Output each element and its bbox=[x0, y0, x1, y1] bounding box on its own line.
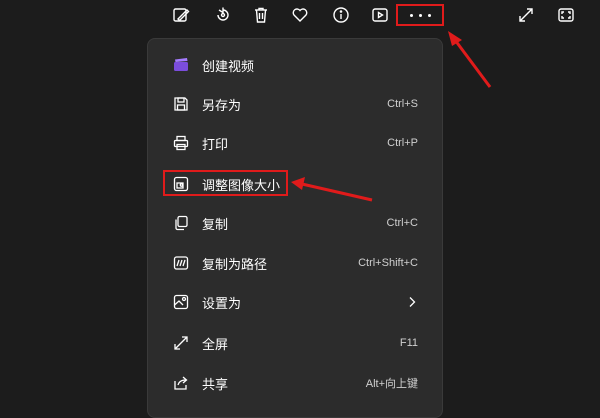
menu-item-label: 另存为 bbox=[202, 98, 242, 114]
annotation-highlight-box bbox=[163, 170, 288, 196]
more-options-icon bbox=[427, 13, 431, 17]
expand-button[interactable] bbox=[514, 4, 538, 26]
menu-item-fullscreen[interactable]: 全屏 F11 bbox=[148, 323, 444, 363]
slideshow-button[interactable] bbox=[368, 4, 392, 26]
set-as-image-icon bbox=[172, 293, 190, 311]
delete-button[interactable] bbox=[249, 4, 273, 26]
info-button[interactable] bbox=[329, 4, 353, 26]
menu-item-label: 复制为路径 bbox=[202, 257, 268, 273]
menu-item-label: 设置为 bbox=[202, 296, 242, 312]
slideshow-icon bbox=[372, 8, 388, 22]
menu-item-print[interactable]: 打印 Ctrl+P bbox=[148, 123, 444, 163]
edit-image-button[interactable] bbox=[169, 4, 193, 26]
rotate-icon bbox=[217, 7, 229, 21]
rotate-button[interactable] bbox=[211, 4, 235, 26]
menu-item-copy[interactable]: 复制 Ctrl+C bbox=[148, 203, 444, 243]
save-icon bbox=[172, 95, 190, 113]
menu-item-shortcut: F11 bbox=[399, 337, 418, 349]
menu-item-set-as[interactable]: 设置为 bbox=[148, 282, 444, 322]
menu-item-shortcut: Ctrl+Shift+C bbox=[358, 257, 418, 269]
menu-item-create-video[interactable]: 创建视频 bbox=[148, 45, 444, 85]
favorite-button[interactable] bbox=[288, 4, 312, 26]
annotation-arrow-more bbox=[448, 31, 492, 88]
menu-item-label: 全屏 bbox=[202, 337, 229, 353]
edit-image-icon bbox=[173, 8, 190, 22]
chevron-right-icon bbox=[409, 297, 416, 307]
delete-icon bbox=[255, 7, 267, 23]
menu-item-copy-as-path[interactable]: 复制为路径 Ctrl+Shift+C bbox=[148, 243, 444, 283]
menu-item-shortcut: Alt+向上键 bbox=[365, 378, 418, 390]
menu-item-shortcut: Ctrl+C bbox=[386, 217, 418, 229]
menu-item-label: 共享 bbox=[202, 377, 229, 393]
share-icon bbox=[172, 374, 190, 392]
fullscreen-button[interactable] bbox=[554, 4, 578, 26]
info-icon bbox=[333, 7, 349, 23]
expand-diagonal-icon bbox=[172, 334, 190, 352]
copy-path-icon bbox=[172, 254, 190, 272]
menu-item-shortcut: Ctrl+S bbox=[387, 98, 418, 110]
fullscreen-icon bbox=[558, 8, 574, 22]
copy-icon bbox=[172, 214, 190, 232]
menu-item-label: 创建视频 bbox=[202, 59, 255, 75]
more-options-icon bbox=[418, 13, 422, 17]
favorite-heart-icon bbox=[292, 8, 308, 22]
menu-item-label: 打印 bbox=[202, 137, 229, 153]
menu-item-shortcut: Ctrl+P bbox=[387, 137, 418, 149]
expand-icon bbox=[519, 8, 533, 22]
menu-item-share[interactable]: 共享 Alt+向上键 bbox=[148, 363, 444, 403]
more-options-button[interactable] bbox=[396, 4, 444, 26]
menu-item-label: 复制 bbox=[202, 217, 229, 233]
more-options-icon bbox=[409, 13, 413, 17]
printer-icon bbox=[172, 134, 190, 152]
video-clip-icon bbox=[172, 56, 190, 74]
menu-item-save-as[interactable]: 另存为 Ctrl+S bbox=[148, 84, 444, 124]
context-menu: 创建视频 另存为 Ctrl+S 打印 Ctrl+P 调整图像大小 复制 Ctrl… bbox=[147, 38, 443, 418]
